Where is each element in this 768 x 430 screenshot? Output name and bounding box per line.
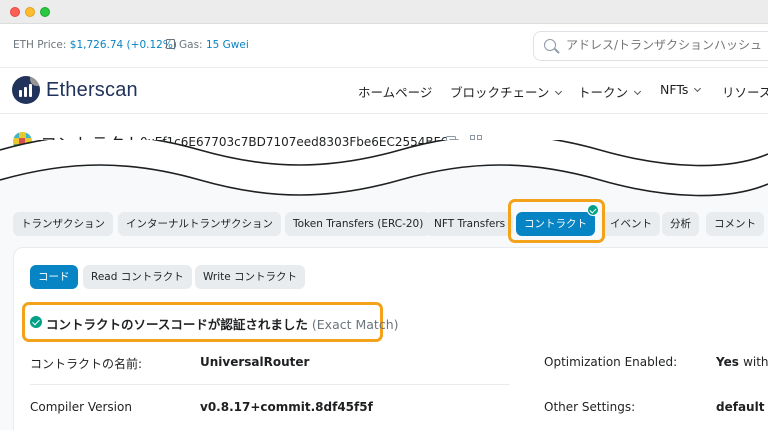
other-settings-value: default ev	[716, 400, 765, 414]
subtab-write-contract[interactable]: Write コントラクト	[195, 265, 306, 289]
tab-nft-transfers[interactable]: NFT Transfers	[426, 212, 514, 236]
nav-item-nfts[interactable]: NFTs	[660, 82, 702, 97]
etherscan-logo[interactable]: Etherscan	[12, 76, 138, 104]
contract-name-label: コントラクトの名前:	[30, 357, 143, 371]
nav-item-resources[interactable]: リソース	[722, 82, 768, 101]
gas-price: Gas: 15 Gwei	[166, 39, 249, 51]
verified-check-icon	[587, 204, 599, 216]
eth-price: ETH Price: $1,726.74 (+0.12%)	[13, 39, 177, 51]
main-navbar: Etherscan ホームページ ブロックチェーン トークン NFTs リソース	[0, 68, 768, 114]
gas-value[interactable]: 15 Gwei	[206, 39, 249, 51]
check-circle-icon	[30, 316, 42, 328]
chevron-down-icon	[555, 87, 563, 96]
contract-name-value: UniversalRouter	[200, 355, 310, 369]
minimize-window-button[interactable]	[25, 7, 35, 17]
info-bar: ETH Price: $1,726.74 (+0.12%) Gas: 15 Gw…	[0, 24, 768, 68]
optimization-label: Optimization Enabled:	[544, 355, 678, 369]
tab-internal-transactions[interactable]: インターナルトランザクション	[118, 212, 281, 236]
exact-match-label: (Exact Match)	[311, 317, 399, 332]
optimization-value: Yes with 1	[716, 355, 768, 369]
eth-price-label: ETH Price:	[13, 39, 67, 51]
gas-label: Gas:	[179, 39, 203, 51]
page-break-wave	[0, 140, 768, 210]
nav-item-blockchain[interactable]: ブロックチェーン	[450, 82, 563, 101]
nav-item-tokens[interactable]: トークン	[578, 82, 642, 101]
row-divider	[30, 384, 510, 385]
eth-price-value[interactable]: $1,726.74 (+0.12%)	[70, 39, 177, 51]
chevron-down-icon	[694, 84, 702, 93]
gas-pump-icon	[166, 39, 175, 49]
logo-text: Etherscan	[46, 78, 138, 101]
tab-transactions[interactable]: トランザクション	[13, 212, 113, 236]
maximize-window-button[interactable]	[40, 7, 50, 17]
subtab-code[interactable]: コード	[30, 265, 78, 289]
subtab-read-contract[interactable]: Read コントラクト	[83, 265, 192, 289]
search-icon	[544, 39, 556, 51]
nav-item-home[interactable]: ホームページ	[358, 82, 432, 101]
verification-text: コントラクトのソースコードが認証されました	[46, 317, 308, 332]
tab-token-transfers[interactable]: Token Transfers (ERC-20)	[285, 212, 432, 236]
tab-events[interactable]: イベント	[602, 212, 660, 236]
tab-analytics[interactable]: 分析	[662, 212, 699, 236]
compiler-version-label: Compiler Version	[30, 400, 132, 414]
tab-comments[interactable]: コメント	[706, 212, 764, 236]
etherscan-logo-icon	[12, 76, 40, 104]
verification-status: コントラクトのソースコードが認証されました (Exact Match)	[46, 314, 399, 333]
search-box[interactable]	[533, 31, 768, 61]
other-settings-label: Other Settings:	[544, 400, 636, 414]
search-input[interactable]	[566, 38, 768, 52]
compiler-version-value: v0.8.17+commit.8df45f5f	[200, 400, 373, 414]
close-window-button[interactable]	[10, 7, 20, 17]
chevron-down-icon	[633, 87, 642, 96]
window-titlebar	[0, 0, 768, 24]
